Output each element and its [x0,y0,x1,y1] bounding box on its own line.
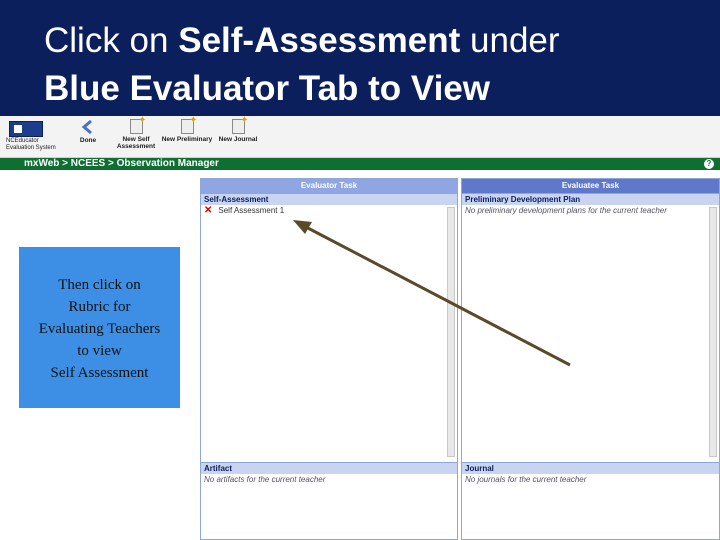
callout-line: Self Assessment [50,365,149,381]
evaluatee-column: Evaluatee Task Preliminary Development P… [461,178,720,540]
done-button[interactable]: Done [62,119,114,157]
slide-title-line-1: Click on Self-Assessment under [44,21,560,61]
new-preliminary-label: New Preliminary [161,136,213,143]
new-document-icon [180,115,198,134]
new-journal-label: New Journal [218,136,258,143]
callout-line: Rubric for [68,299,131,315]
slide-title-line-2: Blue Evaluator Tab to View [44,69,490,109]
callout-line: to view [77,343,122,359]
callout-line: Then click on [58,277,141,293]
new-document-icon [231,115,249,134]
callout-line: Evaluating Teachers [38,321,161,337]
breadcrumb-path[interactable]: mxWeb > NCEES > Observation Manager [24,158,219,169]
logo-text: NCEducator Evaluation System [6,138,56,151]
new-journal-button[interactable]: New Journal [212,115,264,157]
preliminary-scrollbar[interactable] [709,207,717,457]
done-button-label: Done [79,137,97,144]
new-self-assessment-label: New Self Assessment [116,136,156,150]
self-assessment-item[interactable]: ✕ Self Assessment 1 [201,205,457,217]
ncees-logo: NCEducator Evaluation System [2,118,62,156]
delete-x-icon[interactable]: ✕ [204,205,212,216]
self-assessment-header: Self-Assessment [201,193,457,205]
slide-title-banner: Click on Self-Assessment under Blue Eval… [0,0,720,116]
title-bold-text: Self-Assessment [178,21,461,60]
tab-evaluatee-task[interactable]: Evaluatee Task [462,179,719,193]
title-text: Click on [44,21,179,60]
help-icon[interactable]: ? [704,159,714,169]
preliminary-empty-text: No preliminary development plans for the… [465,206,667,215]
tab-evaluator-task[interactable]: Evaluator Task [201,179,457,193]
logo-mark-icon [9,121,43,137]
title-text: under [460,21,560,60]
new-document-icon [129,115,147,134]
journal-section: Journal No journals for the current teac… [462,462,719,486]
new-preliminary-button[interactable]: New Preliminary [161,115,213,157]
evaluator-column: Evaluator Task Self-Assessment ✕ Self Ass… [200,178,458,540]
journal-header: Journal [462,462,719,474]
instruction-callout: Then click on Rubric for Evaluating Teac… [19,247,180,408]
preliminary-plan-header: Preliminary Development Plan [462,193,719,205]
app-toolbar: NCEducator Evaluation System Done New Se… [0,115,720,158]
artifact-header: Artifact [201,462,457,474]
back-arrow-icon [81,119,92,135]
breadcrumb: mxWeb > NCEES > Observation Manager ? [0,158,720,170]
title-bold-text: Blue Evaluator Tab to View [44,69,491,108]
artifact-empty-text: No artifacts for the current teacher [204,475,326,484]
journal-empty-text: No journals for the current teacher [465,475,587,484]
artifact-section: Artifact No artifacts for the current te… [201,462,457,486]
new-self-assessment-button[interactable]: New Self Assessment [110,115,162,157]
self-assessment-item-label[interactable]: Self Assessment 1 [218,206,284,215]
self-assessment-scrollbar[interactable] [447,207,455,457]
